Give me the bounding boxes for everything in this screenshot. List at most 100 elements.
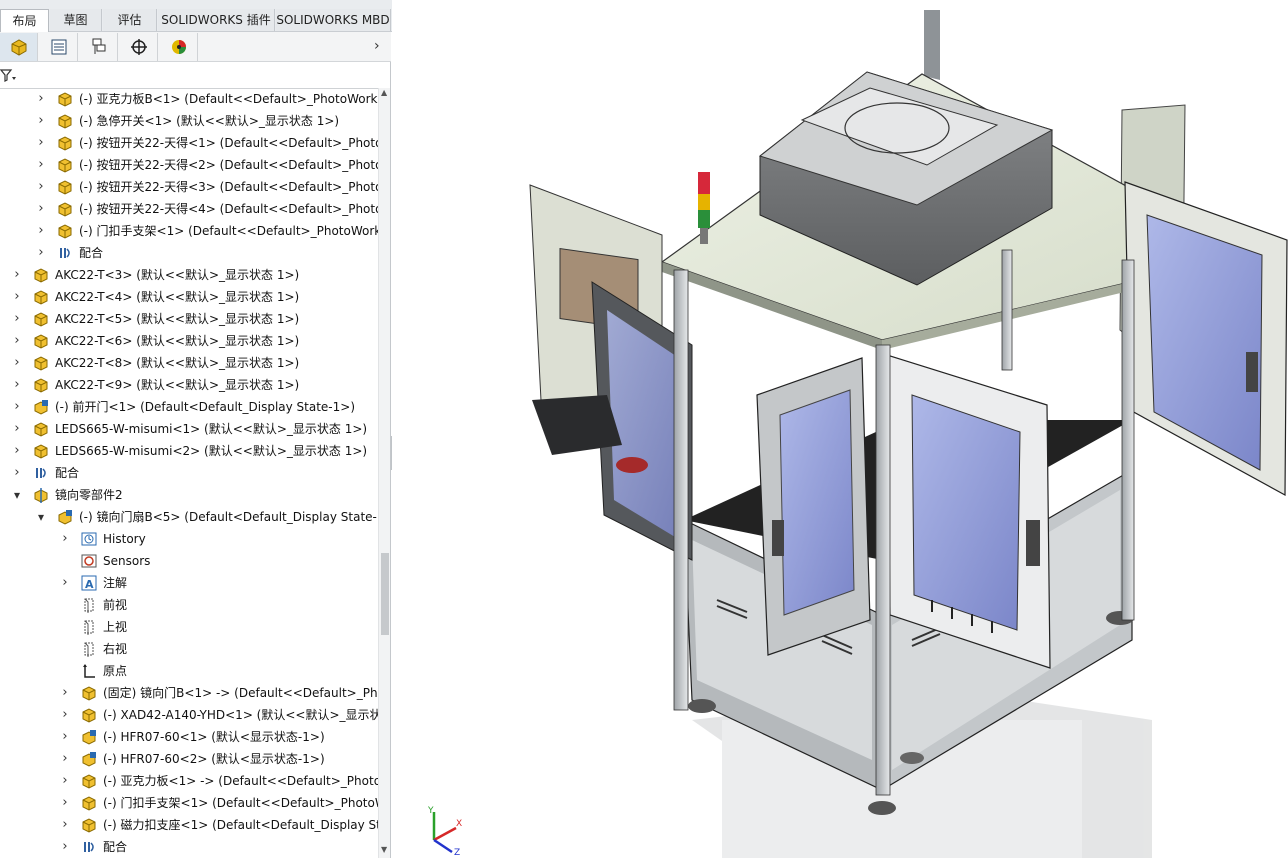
- expand-arrow-icon[interactable]: ›: [12, 418, 22, 440]
- tree-scrollbar[interactable]: ▲ ▼: [378, 88, 390, 858]
- tree-row[interactable]: › (固定) 镜向门B<1> -> (Default<<Default>_Phot: [0, 682, 378, 704]
- tab-1[interactable]: 草图: [50, 9, 102, 31]
- tree-row[interactable]: › 配合: [0, 242, 378, 264]
- tree-filter-bar[interactable]: [0, 63, 388, 89]
- tree-row[interactable]: › (-) 按钮开关22-天得<4> (Default<<Default>_Pho…: [0, 198, 378, 220]
- tree-row[interactable]: › 配合: [0, 836, 378, 858]
- tree-row[interactable]: › (-) 门扣手支架<1> (Default<<Default>_PhotoWo…: [0, 220, 378, 242]
- sensors-icon: [81, 554, 97, 568]
- expand-arrow-icon[interactable]: ›: [36, 110, 46, 132]
- expand-arrow-icon[interactable]: ›: [12, 396, 22, 418]
- expand-arrow-icon[interactable]: ›: [12, 352, 22, 374]
- scroll-up-arrow-icon[interactable]: ▲: [381, 88, 387, 97]
- collapse-arrow-icon[interactable]: ▾: [12, 484, 22, 506]
- expand-arrow-icon[interactable]: ›: [60, 726, 70, 748]
- expand-arrow-icon[interactable]: ›: [12, 440, 22, 462]
- collapse-arrow-icon[interactable]: ▾: [36, 506, 46, 528]
- component-icon: [82, 774, 96, 789]
- tree-row[interactable]: › AKC22-T<8> (默认<<默认>_显示状态 1>): [0, 352, 378, 374]
- panel-tab-2[interactable]: [80, 33, 118, 61]
- tree-row[interactable]: › AKC22-T<9> (默认<<默认>_显示状态 1>): [0, 374, 378, 396]
- tree-row[interactable]: › LEDS665-W-misumi<1> (默认<<默认>_显示状态 1>): [0, 418, 378, 440]
- origin-icon: [83, 664, 95, 678]
- expand-arrow-icon[interactable]: ›: [36, 220, 46, 242]
- expand-arrow-icon[interactable]: ›: [60, 836, 70, 858]
- tree-row[interactable]: › LEDS665-W-misumi<2> (默认<<默认>_显示状态 1>): [0, 440, 378, 462]
- tree-row[interactable]: › (-) 按钮开关22-天得<1> (Default<<Default>_Pho…: [0, 132, 378, 154]
- expand-arrow-icon[interactable]: ›: [12, 264, 22, 286]
- tree-row[interactable]: 上视: [0, 616, 378, 638]
- tree-row-label: (-) 按钮开关22-天得<4> (Default<<Default>_Phot…: [79, 202, 378, 216]
- tree-row[interactable]: › (-) 前开门<1> (Default<Default_Display Sta…: [0, 396, 378, 418]
- tree-row-label: AKC22-T<9> (默认<<默认>_显示状态 1>): [55, 378, 300, 392]
- tree-row[interactable]: › (-) 按钮开关22-天得<2> (Default<<Default>_Pho…: [0, 154, 378, 176]
- filter-icon[interactable]: [0, 67, 18, 85]
- tree-row-label: AKC22-T<3> (默认<<默认>_显示状态 1>): [55, 268, 300, 282]
- expand-arrow-icon[interactable]: ›: [12, 286, 22, 308]
- expand-arrow-icon[interactable]: ›: [60, 814, 70, 836]
- tree-row[interactable]: › A 注解: [0, 572, 378, 594]
- tree-row-label: LEDS665-W-misumi<2> (默认<<默认>_显示状态 1>): [55, 444, 368, 458]
- tree-row-label: AKC22-T<6> (默认<<默认>_显示状态 1>): [55, 334, 300, 348]
- tree-row[interactable]: › (-) HFR07-60<1> (默认<显示状态-1>): [0, 726, 378, 748]
- tree-row[interactable]: 原点: [0, 660, 378, 682]
- expand-arrow-icon[interactable]: ›: [36, 176, 46, 198]
- tree-row[interactable]: ▾ 镜向零部件2: [0, 484, 378, 506]
- tree-row[interactable]: › (-) 门扣手支架<1> (Default<<Default>_PhotoWo: [0, 792, 378, 814]
- tree-row-label: (-) HFR07-60<2> (默认<显示状态-1>): [103, 752, 325, 766]
- component-icon: [34, 356, 48, 371]
- tree-row[interactable]: 右视: [0, 638, 378, 660]
- panel-tab-3[interactable]: [120, 33, 158, 61]
- expand-arrow-icon[interactable]: ›: [12, 462, 22, 484]
- tree-row[interactable]: › (-) 急停开关<1> (默认<<默认>_显示状态 1>): [0, 110, 378, 132]
- reference-triad: Y X Z: [427, 806, 462, 856]
- tree-row[interactable]: › AKC22-T<4> (默认<<默认>_显示状态 1>): [0, 286, 378, 308]
- panel-expand-arrow-icon[interactable]: ›: [374, 38, 380, 54]
- tree-row[interactable]: Sensors: [0, 550, 378, 572]
- scrollbar-thumb[interactable]: [381, 553, 389, 635]
- scroll-down-arrow-icon[interactable]: ▼: [381, 845, 387, 854]
- tree-row[interactable]: › (-) XAD42-A140-YHD<1> (默认<<默认>_显示状: [0, 704, 378, 726]
- expand-arrow-icon[interactable]: ›: [36, 242, 46, 264]
- expand-arrow-icon[interactable]: ›: [60, 528, 70, 550]
- panel-tab-4[interactable]: [160, 33, 198, 61]
- tree-row[interactable]: › (-) 亚克力板B<1> (Default<<Default>_PhotoWo…: [0, 88, 378, 110]
- expand-arrow-icon[interactable]: ›: [12, 308, 22, 330]
- plane-icon: [84, 598, 94, 613]
- tree-row[interactable]: › (-) 按钮开关22-天得<3> (Default<<Default>_Pho…: [0, 176, 378, 198]
- panel-tab-1[interactable]: [40, 33, 78, 61]
- expand-arrow-icon[interactable]: ›: [60, 748, 70, 770]
- expand-arrow-icon[interactable]: ›: [60, 792, 70, 814]
- component-icon: [34, 290, 48, 305]
- tree-row-label: (-) 门扣手支架<1> (Default<<Default>_PhotoWo: [103, 796, 378, 810]
- tree-row-label: (-) 按钮开关22-天得<2> (Default<<Default>_Phot…: [79, 158, 378, 172]
- expand-arrow-icon[interactable]: ›: [36, 88, 46, 110]
- tab-2[interactable]: 评估: [103, 9, 157, 31]
- expand-arrow-icon[interactable]: ›: [36, 198, 46, 220]
- tree-row[interactable]: › 配合: [0, 462, 378, 484]
- expand-arrow-icon[interactable]: ›: [60, 572, 70, 594]
- tab-4[interactable]: SOLIDWORKS MBD: [276, 9, 391, 31]
- expand-arrow-icon[interactable]: ›: [12, 330, 22, 352]
- expand-arrow-icon[interactable]: ›: [60, 682, 70, 704]
- expand-arrow-icon[interactable]: ›: [36, 132, 46, 154]
- tree-row[interactable]: › (-) HFR07-60<2> (默认<显示状态-1>): [0, 748, 378, 770]
- expand-arrow-icon[interactable]: ›: [60, 770, 70, 792]
- tree-row[interactable]: › AKC22-T<3> (默认<<默认>_显示状态 1>): [0, 264, 378, 286]
- tree-row[interactable]: › (-) 亚克力板<1> -> (Default<<Default>_Photo…: [0, 770, 378, 792]
- panel-tab-0[interactable]: [0, 33, 38, 61]
- tree-row[interactable]: › History: [0, 528, 378, 550]
- tree-row[interactable]: ▾ (-) 镜向门扇B<5> (Default<Default_Display S…: [0, 506, 378, 528]
- graphics-viewport[interactable]: Y X Z: [392, 0, 1288, 858]
- expand-arrow-icon[interactable]: ›: [60, 704, 70, 726]
- tree-row-label: (固定) 镜向门B<1> -> (Default<<Default>_Phot: [103, 686, 378, 700]
- expand-arrow-icon[interactable]: ›: [36, 154, 46, 176]
- tab-3[interactable]: SOLIDWORKS 插件: [158, 9, 275, 31]
- tree-row[interactable]: › AKC22-T<6> (默认<<默认>_显示状态 1>): [0, 330, 378, 352]
- tab-0[interactable]: 布局: [0, 9, 49, 32]
- tree-row[interactable]: › (-) 磁力扣支座<1> (Default<Default_Display S…: [0, 814, 378, 836]
- tree-row[interactable]: 前视: [0, 594, 378, 616]
- expand-arrow-icon[interactable]: ›: [12, 374, 22, 396]
- tree-row[interactable]: › AKC22-T<5> (默认<<默认>_显示状态 1>): [0, 308, 378, 330]
- feature-manager-panel: › › (-) 亚克力板B<1> (Default<<Default>_Photo…: [0, 32, 391, 858]
